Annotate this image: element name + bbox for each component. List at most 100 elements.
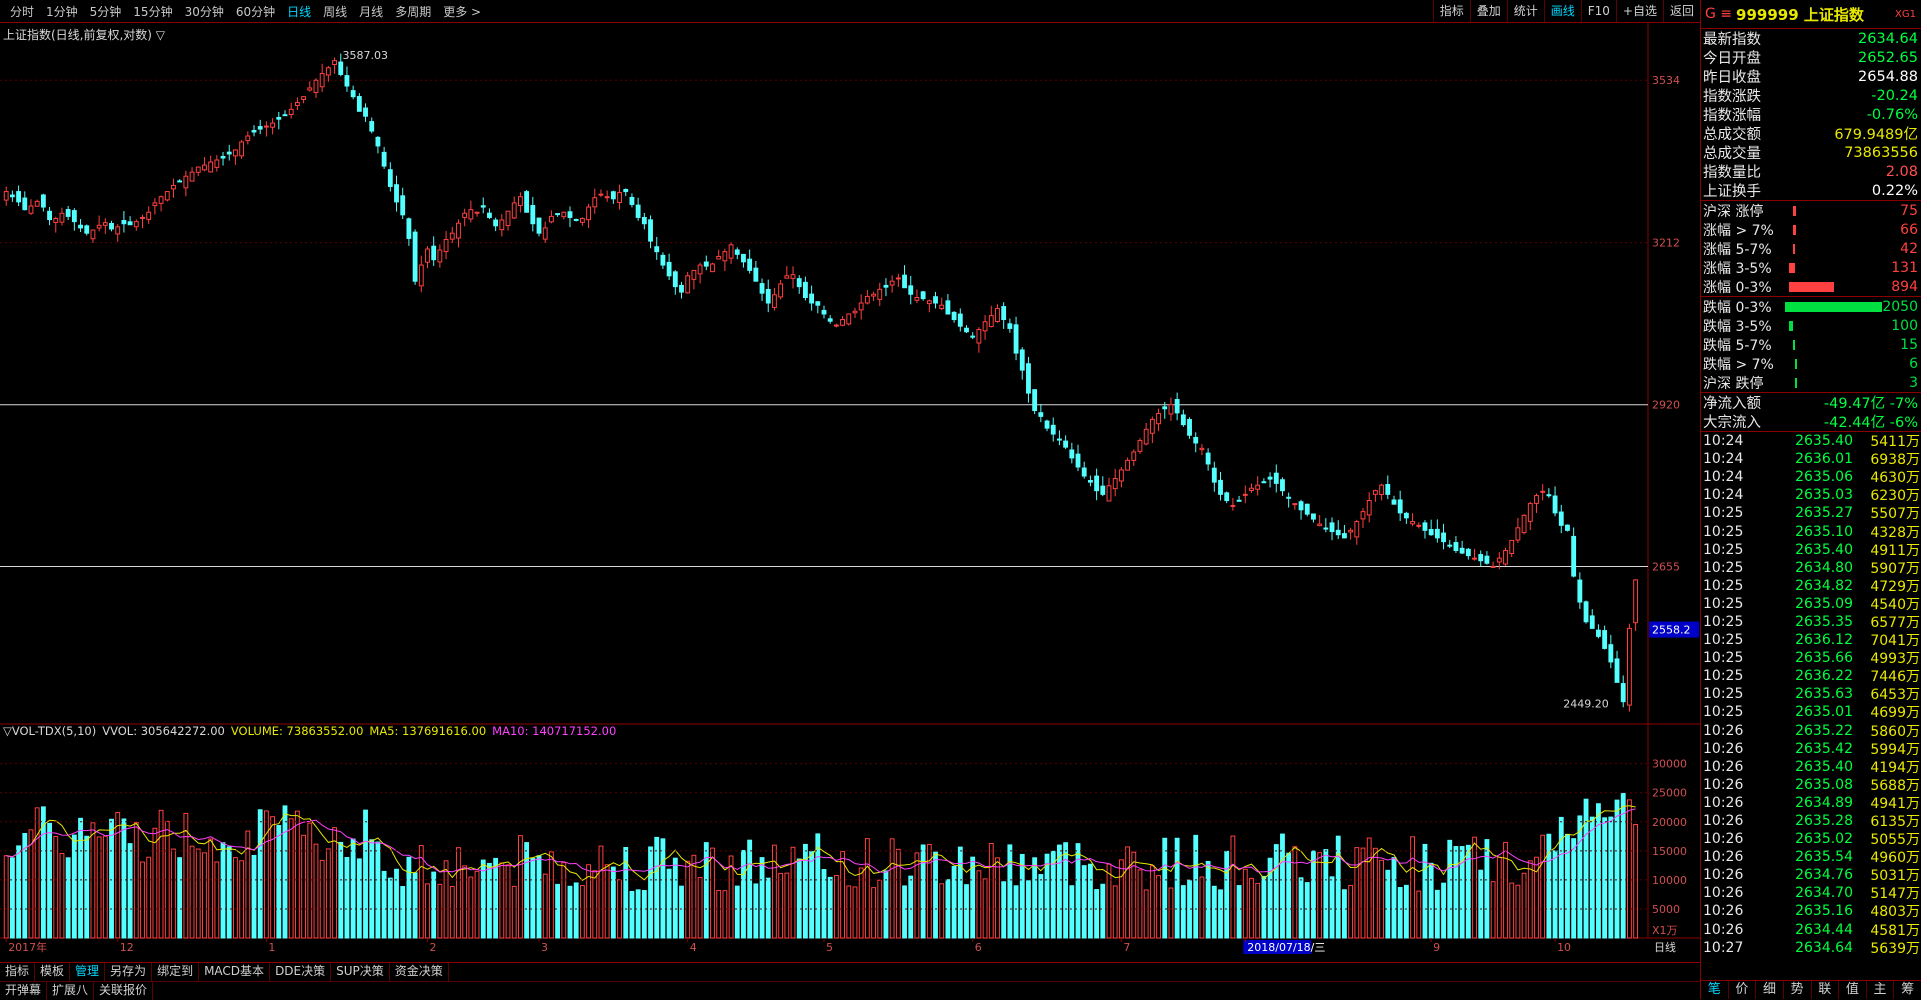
tick-volume: 4540万 (1870, 596, 1920, 613)
period-tab[interactable]: 30分钟 (179, 3, 230, 20)
volume-bar (84, 835, 90, 939)
vol-indicator-name[interactable]: ▽VOL-TDX(5,10) (3, 724, 96, 738)
x-tick-label: 2 (429, 941, 436, 954)
period-tab[interactable]: 周线 (317, 3, 353, 20)
period-tab[interactable]: 日线 (281, 3, 317, 20)
indicator-tab[interactable]: SUP决策 (331, 963, 390, 981)
candle-body (313, 79, 319, 93)
volume-bar (778, 872, 784, 939)
tool-button[interactable]: 指标 (1432, 0, 1470, 22)
volume-bar (1180, 885, 1186, 939)
candle-body (1620, 683, 1626, 703)
panel-footer-tab[interactable]: 筹 (1894, 981, 1921, 999)
tick-time: 10:26 (1703, 849, 1744, 866)
extra-tab[interactable]: 扩展八 (47, 982, 95, 1000)
volume-indicator-header[interactable]: ▽VOL-TDX(5,10) VVOL: 305642272.00 VOLUME… (3, 724, 616, 738)
tick-row: 10:25 2634.82 4729万 (1701, 577, 1921, 595)
candle-body (239, 141, 245, 157)
extra-tab[interactable]: 开弹幕 (0, 982, 48, 1000)
tick-row: 10:25 2635.35 6577万 (1701, 613, 1921, 631)
indicator-tab[interactable]: 模板 (35, 963, 71, 981)
period-tabs: 分时 1分钟 5分钟 15分钟 30分钟 60分钟 日线 周线 月线 多周期 更多 > (0, 0, 487, 22)
candle-body (1571, 535, 1577, 577)
period-tab[interactable]: 60分钟 (230, 3, 281, 20)
panel-footer-tab[interactable]: 价 (1729, 981, 1757, 999)
panel-footer-tab[interactable]: 联 (1812, 981, 1840, 999)
candle-body (871, 293, 876, 297)
volume-bar (158, 809, 164, 939)
tool-button[interactable]: +自选 (1615, 0, 1663, 22)
candle-body (47, 210, 52, 221)
vol-tick-label: 25000 (1652, 787, 1687, 800)
candle-body (456, 222, 461, 239)
candle-body (1001, 306, 1007, 321)
volume-bar (889, 838, 895, 939)
candle-body (1527, 503, 1533, 522)
volume-bar (1484, 839, 1490, 939)
volume-bar (493, 857, 499, 939)
quote-label: 总成交量 (1703, 146, 1761, 162)
candle-body (251, 129, 257, 133)
panel-footer-tab[interactable]: 主 (1867, 981, 1895, 999)
candle-body (1372, 490, 1378, 495)
volume-bar (586, 864, 591, 939)
indicator-tab[interactable]: 指标 (0, 963, 36, 981)
candle-body (1360, 511, 1366, 520)
volume-bar (1174, 837, 1180, 939)
candle-body (1193, 437, 1199, 444)
volume-bar (1081, 865, 1087, 939)
candlestick-chart[interactable]: 3534321229202655500010000150002000025000… (0, 22, 1700, 962)
candle-body (1280, 479, 1285, 492)
candle-body (1626, 627, 1632, 706)
breadth-bar (1795, 377, 1797, 388)
candle-body (344, 75, 350, 87)
period-tab[interactable]: 15分钟 (127, 3, 178, 20)
volume-bar (1286, 852, 1292, 939)
indicator-tab[interactable]: 另存为 (105, 963, 153, 981)
tick-volume: 5411万 (1870, 434, 1920, 451)
indicator-tab[interactable]: 资金决策 (390, 963, 449, 981)
volume-bar (1565, 833, 1570, 939)
candle-body (356, 96, 362, 112)
candle-body (59, 212, 65, 223)
period-tab[interactable]: 月线 (353, 3, 389, 20)
panel-footer-tab[interactable]: 势 (1784, 981, 1812, 999)
indicator-tab[interactable]: 管理 (70, 963, 106, 981)
tool-button[interactable]: F10 (1580, 0, 1616, 22)
candle-body (202, 164, 207, 171)
tick-volume: 4941万 (1870, 795, 1920, 812)
tool-button[interactable]: 画线 (1543, 0, 1581, 22)
period-tab[interactable]: 1分钟 (40, 3, 84, 20)
candle-body (635, 204, 641, 218)
panel-footer-tab[interactable]: 笔 (1701, 981, 1729, 999)
volume-bar (635, 889, 641, 939)
period-tab[interactable]: 更多 > (437, 3, 487, 20)
panel-footer-tab[interactable]: 值 (1839, 981, 1867, 999)
candle-body (778, 283, 784, 298)
period-tab[interactable]: 分时 (4, 3, 40, 20)
tick-volume: 5907万 (1870, 560, 1920, 577)
candle-body (710, 263, 715, 273)
candle-body (1422, 522, 1428, 531)
volume-bar (1106, 863, 1112, 939)
extra-tab[interactable]: 关联报价 (94, 982, 154, 1000)
symbol-prefix[interactable]: G ≡ (1701, 6, 1736, 22)
candle-body (933, 296, 938, 304)
period-tab[interactable]: 5分钟 (84, 3, 128, 20)
tick-row: 10:25 2636.22 7446万 (1701, 667, 1921, 685)
indicator-tab[interactable]: 绑定到 (152, 963, 200, 981)
tick-time: 10:26 (1703, 831, 1744, 848)
indicator-tab[interactable]: DDE决策 (270, 963, 332, 981)
breadth-bar-track (1788, 281, 1892, 293)
tool-button[interactable]: 统计 (1506, 0, 1544, 22)
volume-bar (189, 845, 195, 939)
period-tab[interactable]: 多周期 (389, 3, 437, 20)
tick-volume: 4581万 (1870, 922, 1920, 939)
candle-body (257, 126, 263, 130)
candle-body (802, 281, 808, 299)
tool-button[interactable]: 叠加 (1469, 0, 1507, 22)
panel-footer-tab[interactable]: 细 (1756, 981, 1784, 999)
tool-button[interactable]: 返回 (1662, 0, 1700, 22)
indicator-tab[interactable]: MACD基本 (199, 963, 271, 981)
volume-bar (827, 876, 833, 939)
